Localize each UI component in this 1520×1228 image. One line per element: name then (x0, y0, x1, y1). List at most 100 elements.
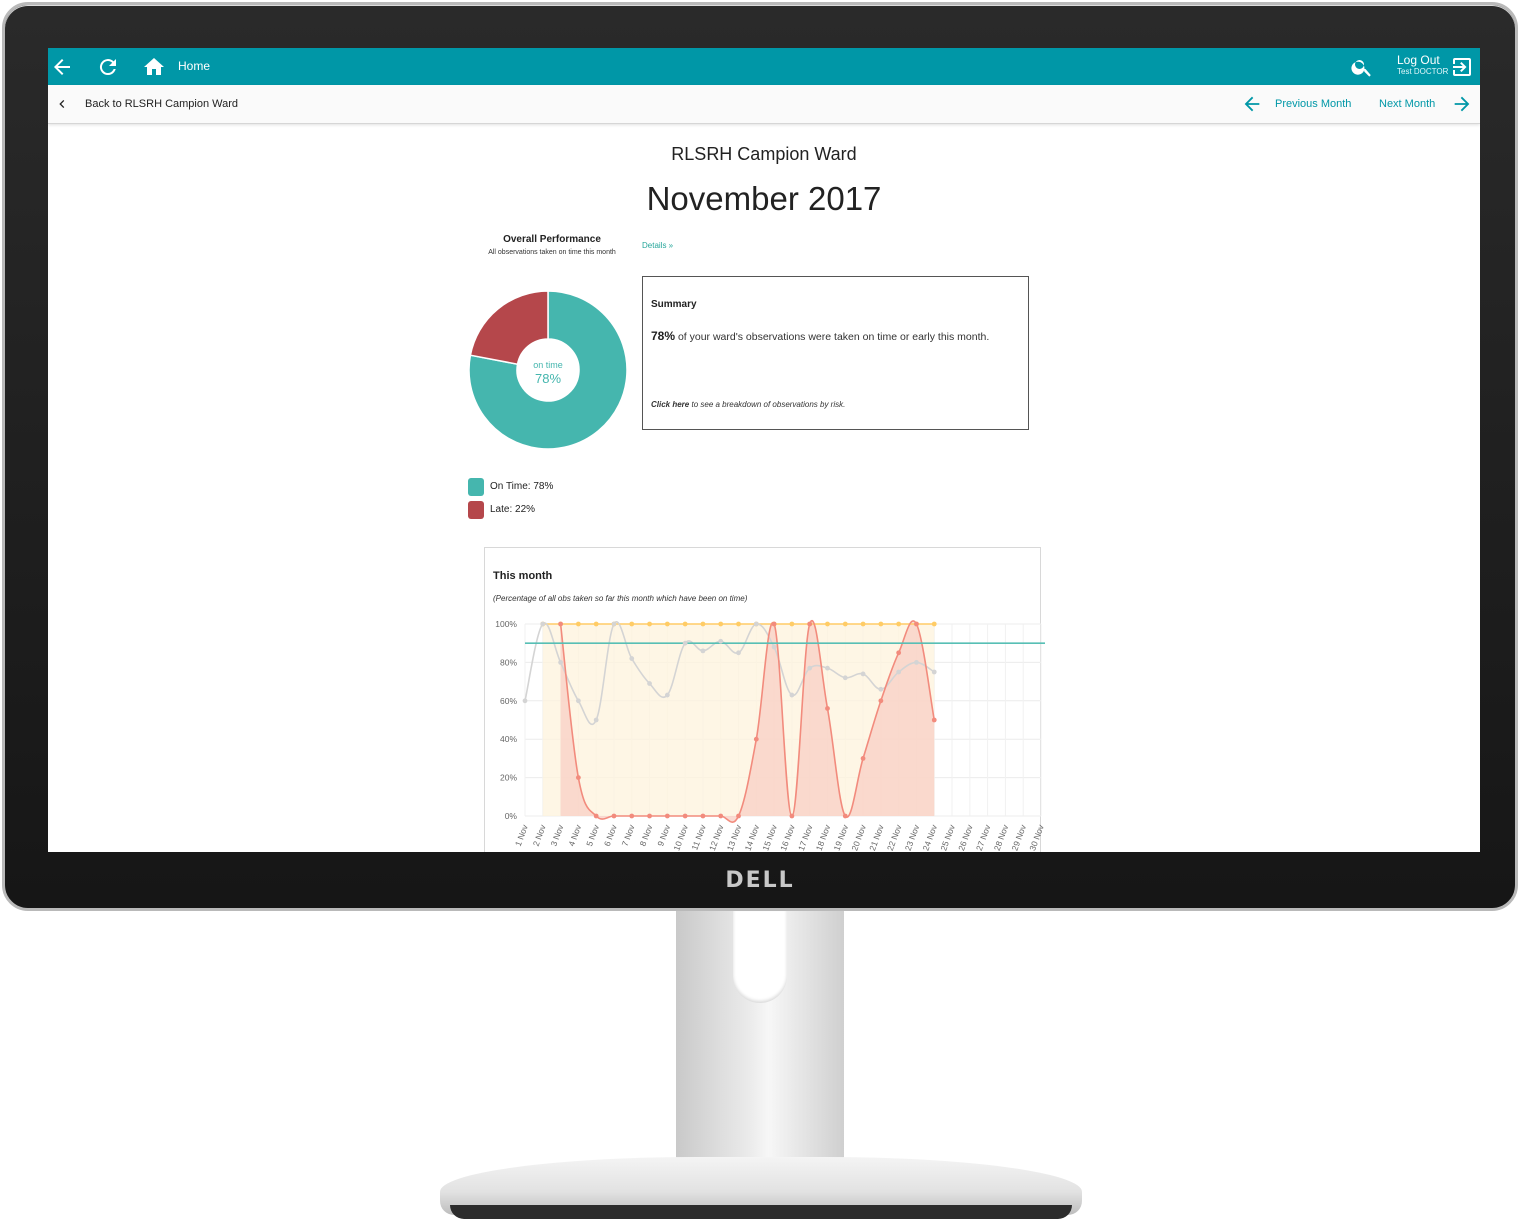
data-point (718, 638, 724, 644)
home-link[interactable]: Home (178, 59, 210, 73)
logout-link[interactable]: Log Out (1397, 54, 1440, 66)
x-tick-label: 5 Nov (584, 823, 601, 848)
chevron-left-icon[interactable] (54, 96, 70, 112)
back-arrow-icon[interactable] (50, 55, 74, 79)
x-tick-label: 2 Nov (531, 823, 548, 848)
x-tick-label: 7 Nov (620, 823, 637, 848)
legend-swatch-on-time (468, 478, 484, 496)
next-arrow-icon[interactable] (1451, 93, 1473, 115)
summary-foot-text: to see a breakdown of observations by ri… (689, 400, 846, 409)
data-point (593, 621, 599, 627)
summary-breakdown-link[interactable]: Click here to see a breakdown of observa… (651, 400, 845, 409)
previous-month-link[interactable]: Previous Month (1275, 98, 1351, 110)
monitor-stand-cable-hole (733, 911, 787, 1003)
chart-title: This month (493, 570, 553, 582)
details-link[interactable]: Details » (642, 241, 673, 250)
x-tick-label: 4 Nov (566, 823, 583, 848)
x-tick-label: 23 Nov (903, 823, 922, 852)
data-point (575, 621, 581, 627)
performance-title: Overall Performance (503, 234, 601, 245)
data-point (896, 669, 902, 675)
monitor-brand-logo: DELL (725, 868, 795, 893)
data-point (878, 686, 884, 692)
x-tick-label: 19 Nov (832, 823, 851, 852)
x-tick-label: 8 Nov (637, 823, 654, 848)
performance-donut-chart: on time 78% (468, 290, 628, 450)
previous-arrow-icon[interactable] (1241, 93, 1263, 115)
x-tick-label: 10 Nov (671, 823, 690, 852)
donut-slice-late[interactable] (469, 290, 549, 366)
monitor-stand-base-edge (450, 1205, 1072, 1219)
data-point (575, 698, 581, 704)
x-tick-label: 21 Nov (867, 823, 886, 852)
month-title: November 2017 (646, 180, 882, 217)
data-point (789, 813, 795, 819)
data-point (736, 650, 741, 656)
data-point (682, 621, 688, 627)
data-point (700, 813, 706, 819)
data-point (664, 621, 670, 627)
data-point (629, 656, 635, 661)
refresh-icon[interactable] (96, 55, 120, 79)
data-point (789, 621, 795, 627)
data-point (700, 648, 706, 654)
data-point (629, 813, 635, 819)
data-point (931, 621, 937, 627)
data-point (914, 621, 919, 627)
data-point (664, 813, 670, 819)
data-point (647, 813, 652, 819)
data-point (771, 644, 777, 650)
x-tick-label: 13 Nov (725, 823, 744, 852)
data-point (647, 681, 652, 686)
y-tick-label: 0% (505, 811, 518, 821)
logout-icon[interactable] (1450, 55, 1474, 79)
data-point (629, 621, 635, 627)
data-point (860, 671, 866, 677)
back-to-ward-link[interactable]: Back to RLSRH Campion Ward (85, 98, 238, 110)
y-tick-label: 40% (500, 734, 517, 744)
data-point (825, 665, 830, 671)
x-tick-label: 28 Nov (992, 823, 1011, 852)
data-point (914, 660, 919, 665)
legend-label-late: Late: 22% (490, 504, 536, 515)
data-point (575, 775, 581, 780)
x-tick-label: 6 Nov (602, 823, 619, 848)
x-tick-label: 26 Nov (956, 823, 975, 852)
data-point (860, 621, 866, 627)
data-point (753, 736, 759, 742)
y-tick-label: 20% (500, 773, 517, 783)
data-point (842, 621, 848, 627)
data-point (753, 621, 759, 627)
data-point (593, 813, 599, 819)
donut-center-value: 78% (535, 371, 561, 386)
y-tick-label: 80% (500, 657, 517, 667)
chart-subtitle: (Percentage of all obs taken so far this… (493, 594, 748, 603)
x-tick-label: 12 Nov (707, 823, 726, 852)
x-tick-label: 14 Nov (743, 823, 762, 852)
summary-box: Summary 78% of your ward's observations … (642, 276, 1029, 430)
data-point (771, 621, 777, 627)
x-tick-label: 29 Nov (1009, 823, 1028, 852)
summary-title: Summary (651, 299, 697, 310)
y-tick-label: 100% (495, 619, 517, 629)
data-point (736, 813, 741, 819)
data-point (896, 650, 902, 656)
click-here-link[interactable]: Click here (651, 400, 689, 409)
data-point (896, 621, 902, 627)
data-point (682, 640, 688, 646)
home-icon[interactable] (142, 55, 166, 79)
data-point (860, 756, 866, 761)
data-point (931, 669, 937, 675)
data-point (611, 813, 617, 819)
summary-percentage: 78% (651, 329, 676, 343)
donut-center-label: on time (533, 360, 563, 370)
next-month-link[interactable]: Next Month (1379, 98, 1435, 110)
data-point (825, 621, 830, 627)
data-point (611, 621, 617, 627)
data-point (522, 698, 528, 704)
legend-swatch-late (468, 501, 484, 519)
data-point (540, 621, 546, 627)
search-icon[interactable] (1350, 55, 1374, 79)
x-tick-label: 3 Nov (548, 823, 565, 848)
data-point (789, 692, 795, 698)
